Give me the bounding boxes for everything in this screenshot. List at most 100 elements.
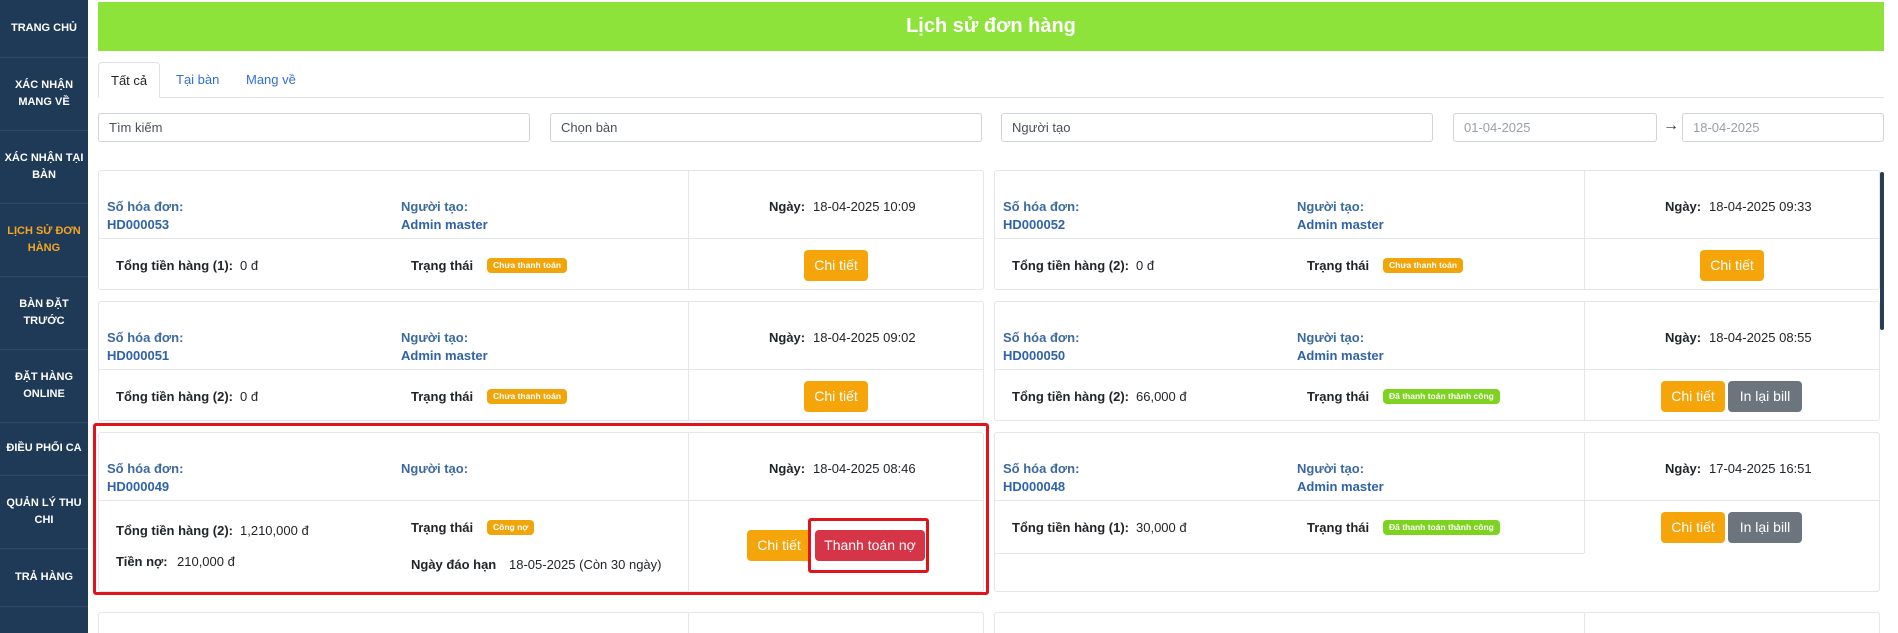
- status-label: Trạng thái: [411, 389, 474, 404]
- sidebar-item-reserved-tables[interactable]: BÀN ĐẶT TRƯỚC: [0, 277, 88, 350]
- divider: [688, 171, 689, 289]
- order-card: Số hóa đơn: HD000052 Người tạo: Admin ma…: [994, 170, 1880, 290]
- sidebar-item-online-orders[interactable]: ĐẶT HÀNG ONLINE: [0, 350, 88, 423]
- creator-name: Admin master: [1297, 479, 1384, 494]
- status-badge: Chưa thanh toán: [1383, 258, 1464, 273]
- creator-name: Admin master: [401, 348, 488, 363]
- sidebar: TRANG CHỦ XÁC NHẬN MANG VỀ XÁC NHẬN TẠI …: [0, 0, 88, 633]
- detail-button[interactable]: Chi tiết: [1700, 250, 1764, 281]
- detail-button[interactable]: Chi tiết: [804, 381, 868, 412]
- table-select[interactable]: [550, 113, 982, 142]
- order-card: Số hóa đơn: HD000053 Người tạo: Admin ma…: [98, 170, 984, 290]
- creator-label: Người tạo:: [1297, 199, 1365, 214]
- order-date: 18-04-2025 08:55: [1709, 330, 1812, 345]
- date-to-input[interactable]: [1682, 113, 1884, 142]
- order-date: 17-04-2025 16:51: [1709, 461, 1812, 476]
- detail-button[interactable]: Chi tiết: [804, 250, 868, 281]
- creator-input[interactable]: [1001, 113, 1433, 142]
- divider: [1584, 302, 1585, 420]
- invoice-number: HD000053: [107, 217, 170, 232]
- tab-takeaway[interactable]: Mang về: [234, 62, 308, 98]
- invoice-label: Số hóa đơn:: [107, 330, 184, 345]
- search-input[interactable]: [98, 113, 530, 142]
- sidebar-item-label: ĐẶT HÀNG ONLINE: [14, 370, 74, 400]
- status-label: Trạng thái: [411, 258, 474, 273]
- date-label: Ngày:: [769, 330, 806, 345]
- page-title: Lịch sử đơn hàng: [906, 15, 1076, 37]
- sidebar-item-label: LỊCH SỬ ĐƠN HÀNG: [7, 224, 81, 254]
- sidebar-item-order-history[interactable]: LỊCH SỬ ĐƠN HÀNG: [0, 204, 88, 277]
- date-label: Ngày:: [769, 199, 806, 214]
- order-card: Số hóa đơn: HD000048 Người tạo: Admin ma…: [994, 432, 1880, 592]
- detail-button[interactable]: Chi tiết: [1661, 381, 1725, 412]
- sidebar-item-label: BÀN ĐẶT TRƯỚC: [19, 297, 69, 327]
- divider: [995, 553, 1584, 554]
- sidebar-item-shift-schedule[interactable]: ĐIỀU PHỐI CA: [0, 423, 88, 476]
- status-label: Trạng thái: [1307, 389, 1370, 404]
- status-badge: Chưa thanh toán: [487, 389, 568, 404]
- total-value: 0 đ: [240, 258, 259, 273]
- date-label: Ngày:: [1665, 461, 1702, 476]
- invoice-label: Số hóa đơn:: [1003, 461, 1080, 476]
- divider: [688, 613, 689, 633]
- reprint-bill-button[interactable]: In lại bill: [1728, 381, 1802, 412]
- creator-name: Admin master: [1297, 348, 1384, 363]
- total-label: Tổng tiền hàng (1):: [1012, 520, 1129, 535]
- tab-dine-in[interactable]: Tại bàn: [164, 62, 231, 98]
- total-value: 66,000 đ: [1136, 389, 1187, 404]
- date-from-input[interactable]: [1453, 113, 1657, 142]
- order-card: [994, 612, 1880, 633]
- date-label: Ngày:: [1665, 330, 1702, 345]
- total-label: Tổng tiền hàng (2):: [116, 389, 233, 404]
- sidebar-item-income-expense[interactable]: QUẢN LÝ THU CHI: [0, 476, 88, 549]
- invoice-number: HD000052: [1003, 217, 1066, 232]
- invoice-number: HD000050: [1003, 348, 1066, 363]
- invoice-number: HD000048: [1003, 479, 1066, 494]
- divider: [1584, 171, 1585, 289]
- tab-bar: Tất cả Tại bàn Mang về: [98, 62, 1884, 98]
- sidebar-item-returns[interactable]: TRẢ HÀNG: [0, 549, 88, 607]
- order-date: 18-04-2025 09:33: [1709, 199, 1812, 214]
- divider: [1584, 613, 1585, 633]
- status-badge: Chưa thanh toán: [487, 258, 568, 273]
- arrow-right-icon: →: [1663, 117, 1679, 134]
- status-label: Trạng thái: [1307, 258, 1370, 273]
- order-card: [98, 612, 984, 633]
- total-label: Tổng tiền hàng (2):: [1012, 258, 1129, 273]
- status-badge: Đã thanh toán thành công: [1383, 520, 1500, 535]
- highlight-outline: [808, 518, 929, 573]
- creator-label: Người tạo:: [401, 199, 469, 214]
- creator-label: Người tạo:: [1297, 461, 1365, 476]
- sidebar-item-label: XÁC NHẬN MANG VỀ: [14, 78, 74, 108]
- status-label: Trạng thái: [1307, 520, 1370, 535]
- scrollbar-thumb[interactable]: [1880, 172, 1884, 330]
- creator-label: Người tạo:: [1297, 330, 1365, 345]
- date-label: Ngày:: [1665, 199, 1702, 214]
- sidebar-item-label: XÁC NHẬN TẠI BÀN: [4, 151, 84, 181]
- invoice-label: Số hóa đơn:: [1003, 330, 1080, 345]
- sidebar-item-label: ĐIỀU PHỐI CA: [6, 442, 82, 455]
- reprint-bill-button[interactable]: In lại bill: [1728, 512, 1802, 543]
- detail-button[interactable]: Chi tiết: [1661, 512, 1725, 543]
- divider: [688, 302, 689, 420]
- sidebar-item-home[interactable]: TRANG CHỦ: [0, 0, 88, 58]
- creator-label: Người tạo:: [401, 330, 469, 345]
- sidebar-item-label: TRANG CHỦ: [11, 21, 77, 34]
- order-date: 18-04-2025 10:09: [813, 199, 916, 214]
- total-label: Tổng tiền hàng (2):: [1012, 389, 1129, 404]
- sidebar-item-confirm-takeaway[interactable]: XÁC NHẬN MANG VỀ: [0, 58, 88, 131]
- divider: [1584, 433, 1585, 553]
- sidebar-item-confirm-table[interactable]: XÁC NHẬN TẠI BÀN: [0, 131, 88, 204]
- invoice-label: Số hóa đơn:: [1003, 199, 1080, 214]
- total-value: 0 đ: [240, 389, 259, 404]
- order-card: Số hóa đơn: HD000050 Người tạo: Admin ma…: [994, 301, 1880, 421]
- order-card: Số hóa đơn: HD000051 Người tạo: Admin ma…: [98, 301, 984, 421]
- creator-name: Admin master: [401, 217, 488, 232]
- page-header: Lịch sử đơn hàng: [98, 2, 1884, 51]
- total-label: Tổng tiền hàng (1):: [116, 258, 233, 273]
- invoice-label: Số hóa đơn:: [107, 199, 184, 214]
- tab-all[interactable]: Tất cả: [98, 62, 161, 98]
- creator-name: Admin master: [1297, 217, 1384, 232]
- status-badge: Đã thanh toán thành công: [1383, 389, 1500, 404]
- total-value: 0 đ: [1136, 258, 1155, 273]
